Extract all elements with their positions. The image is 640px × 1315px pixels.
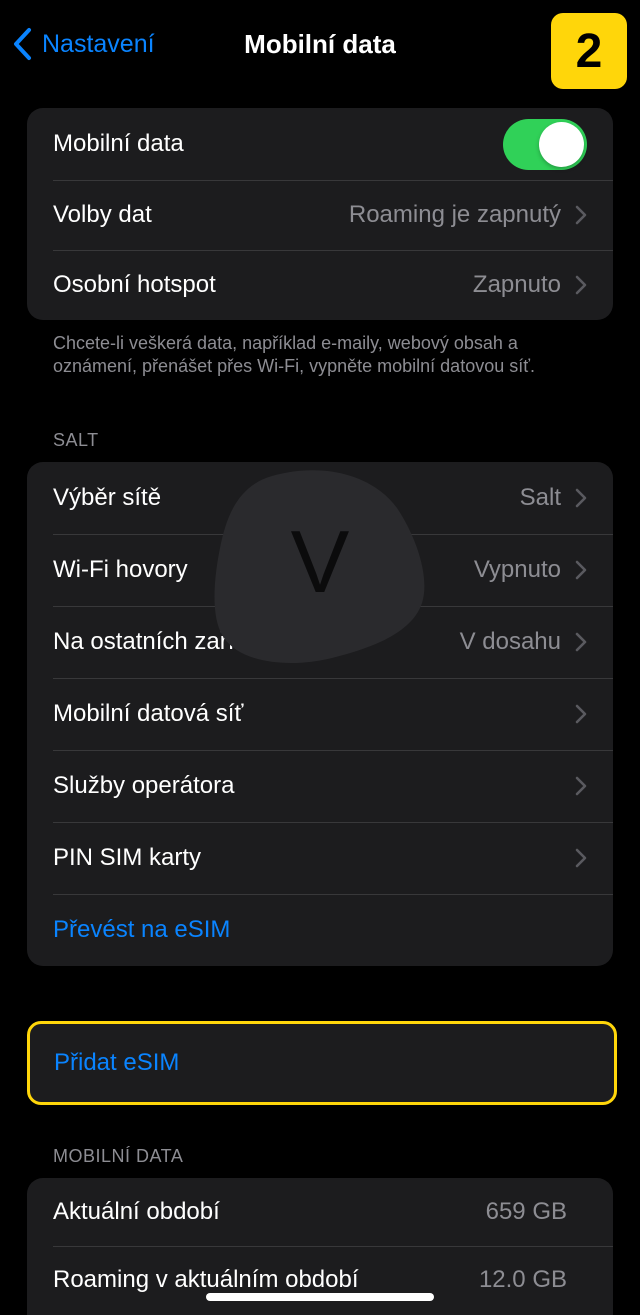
cellular-data-network-row[interactable]: Mobilní datová síť (27, 678, 613, 750)
roaming-period-row: Roaming v aktuálním období 12.0 GB (27, 1246, 613, 1314)
other-devices-row[interactable]: Na ostatních zařízeních V dosahu (27, 606, 613, 678)
carrier-group: Výběr sítě Salt Wi-Fi hovory Vypnuto Na … (27, 462, 613, 966)
mobile-data-toggle[interactable] (503, 118, 587, 170)
chevron-left-icon (14, 28, 31, 60)
mobile-data-label: Mobilní data (53, 130, 184, 157)
back-button-label: Nastavení (42, 29, 155, 58)
roaming-period-label: Roaming v aktuálním období (53, 1266, 359, 1293)
data-options-value: Roaming je zapnutý (348, 201, 561, 228)
personal-hotspot-value: Zapnuto (472, 271, 561, 298)
sim-pin-label: PIN SIM karty (53, 844, 202, 871)
chevron-right-icon (575, 488, 587, 508)
personal-hotspot-label: Osobní hotspot (53, 271, 216, 298)
other-devices-value: V dosahu (459, 628, 561, 655)
usage-section-header: MOBILNÍ DATA (53, 1146, 184, 1166)
add-esim-button[interactable]: Přidat eSIM (27, 1021, 617, 1105)
data-options-label: Volby dat (53, 201, 152, 228)
chevron-right-icon (575, 776, 587, 796)
convert-to-esim-label: Převést na eSIM (53, 916, 231, 943)
mobile-data-footnote: Chcete-li veškerá data, například e-mail… (53, 333, 535, 376)
home-indicator (206, 1293, 434, 1301)
back-button[interactable]: Nastavení (12, 24, 155, 64)
wifi-calling-row[interactable]: Wi-Fi hovory Vypnuto (27, 534, 613, 606)
chevron-right-icon (575, 275, 587, 295)
current-period-label: Aktuální období (53, 1198, 220, 1225)
sim-pin-row[interactable]: PIN SIM karty (27, 822, 613, 894)
other-devices-label: Na ostatních zařízeních (53, 628, 306, 655)
mobile-data-group: Mobilní data Volby dat Roaming je zapnut… (27, 108, 613, 320)
wifi-calling-value: Vypnuto (473, 556, 561, 583)
wifi-calling-label: Wi-Fi hovory (53, 556, 188, 583)
carrier-services-row[interactable]: Služby operátora (27, 750, 613, 822)
screen: Nastavení Mobilní data 2 Mobilní data Vo… (0, 0, 640, 1315)
data-options-row[interactable]: Volby dat Roaming je zapnutý (27, 180, 613, 250)
toggle-knob (539, 121, 584, 167)
chevron-right-icon (575, 632, 587, 652)
carrier-services-label: Služby operátora (53, 772, 235, 799)
network-selection-row[interactable]: Výběr sítě Salt (27, 462, 613, 534)
chevron-right-icon (575, 560, 587, 580)
roaming-period-value: 12.0 GB (478, 1266, 567, 1293)
current-period-row: Aktuální období 659 GB (27, 1178, 613, 1246)
current-period-value: 659 GB (485, 1198, 567, 1225)
personal-hotspot-row[interactable]: Osobní hotspot Zapnuto (27, 250, 613, 320)
chevron-right-icon (575, 704, 587, 724)
cellular-data-network-label: Mobilní datová síť (53, 700, 244, 727)
network-selection-label: Výběr sítě (53, 484, 162, 511)
chevron-right-icon (575, 205, 587, 225)
network-selection-value: Salt (519, 484, 561, 511)
step-badge: 2 (551, 13, 627, 89)
mobile-data-row: Mobilní data (27, 108, 613, 180)
carrier-section-header: SALT (53, 430, 99, 450)
add-esim-label: Přidat eSIM (54, 1049, 180, 1076)
convert-to-esim-button[interactable]: Převést na eSIM (27, 894, 613, 966)
chevron-right-icon (575, 848, 587, 868)
